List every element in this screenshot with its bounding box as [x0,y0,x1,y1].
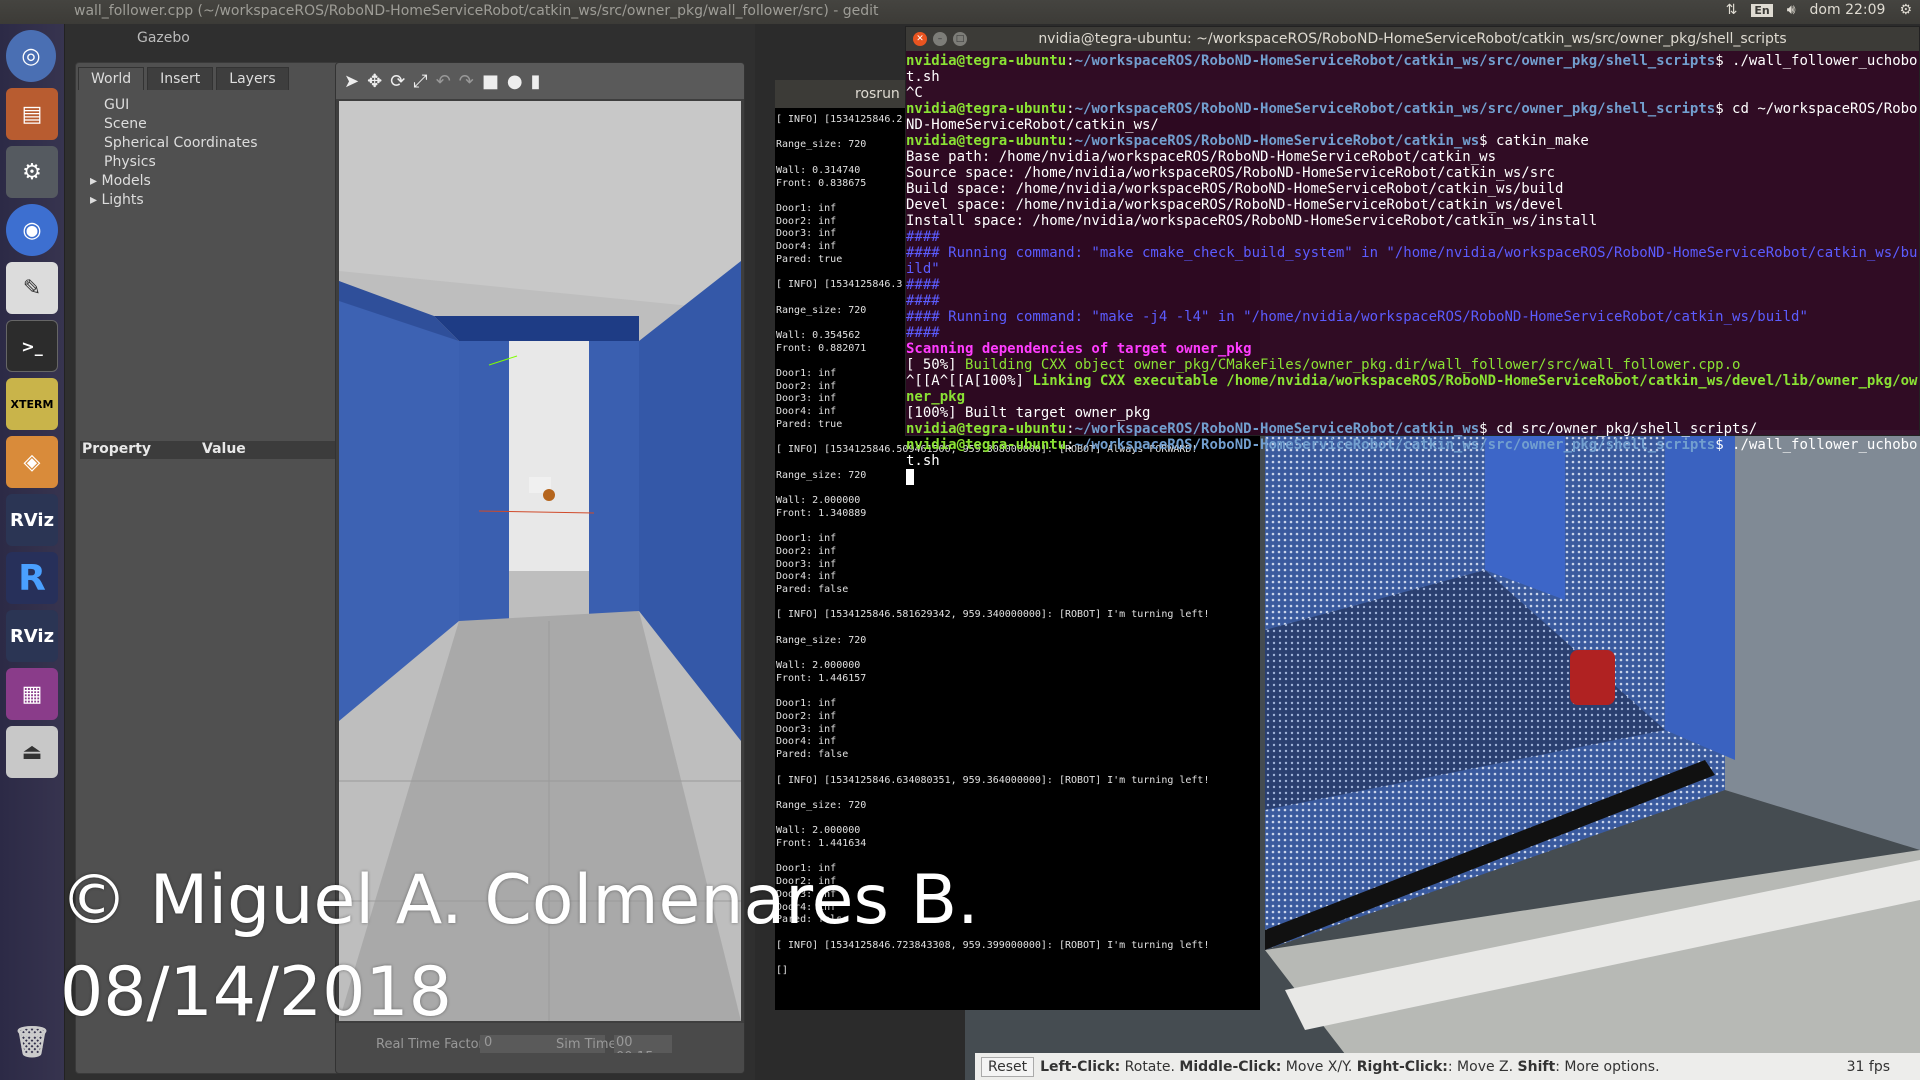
clock[interactable]: dom 22:09 [1810,2,1886,18]
settings-icon[interactable]: ⚙ [6,146,58,198]
help-middle-text: Move X/Y. [1281,1058,1357,1075]
help-right-text: : Move Z. [1447,1058,1518,1075]
running-command-2: #### Running command: "make -j4 -l4" in … [906,309,1808,325]
linking-line: ^[[A^[[A[100%] Linking CXX executable /h… [906,373,1918,405]
files-icon[interactable]: ▤ [6,88,58,140]
workspace-icon[interactable]: ▦ [6,668,58,720]
source-space-line: Source space: /home/nvidia/workspaceROS/… [906,165,1556,181]
gazebo-title: Gazebo [137,30,190,46]
building-line: [ 50%] Building CXX object owner_pkg/CMa… [906,357,1741,373]
scanning-line: Scanning dependencies of target owner_pk… [906,341,1252,357]
hash-line: #### [906,277,940,293]
prompt-line-3: nvidia@tegra-ubuntu:~/workspaceROS/RoboN… [906,133,1589,149]
watermark-date: 08/14/2018 [60,953,452,1032]
ctrl-c-line: ^C [906,85,923,101]
tab-insert[interactable]: Insert [147,67,214,90]
rviz-icon-2[interactable]: RViz [6,610,58,662]
watermark-copyright: © Miguel A. Colmenares B. [60,861,979,940]
keyboard-layout-indicator[interactable]: En [1751,3,1773,17]
help-left-key: Left-Click: [1040,1058,1121,1075]
launcher: ◎ ▤ ⚙ ◉ ✎ >_ XTERM ◈ RViz R RViz ▦ ⏏ 🗑︎ [0,24,65,1080]
rviz-help-text: Left-Click: Rotate. Middle-Click: Move X… [1040,1059,1659,1075]
gear-icon[interactable]: ⚙ [1899,2,1912,18]
tree-item-lights-label: Lights [101,192,144,208]
expand-arrow-icon[interactable]: ▸ [90,173,101,189]
rviz-icon[interactable]: RViz [6,494,58,546]
real-time-factor-label: Real Time Factor: [376,1037,489,1052]
install-space-line: Install space: /home/nvidia/workspaceROS… [906,213,1598,229]
system-tray: ⇅ En 🔊︎ dom 22:09 ⚙ [1726,2,1912,18]
built-target-line: [100%] Built target owner_pkg [906,405,1151,421]
fps-indicator: 31 fps [1846,1058,1890,1075]
prompt-line-4: nvidia@tegra-ubuntu:~/workspaceROS/RoboN… [906,421,1758,437]
reset-button[interactable]: Reset [981,1056,1035,1077]
chromium-icon[interactable]: ◉ [6,204,58,256]
tree-item-models-label: Models [101,173,151,189]
rotate-icon[interactable]: ⟳ [390,71,405,92]
value-column-header: Value [202,441,246,457]
ros-r-icon[interactable]: R [6,552,58,604]
help-middle-key: Middle-Click: [1179,1058,1282,1075]
trash-icon[interactable]: 🗑︎ [6,1016,58,1068]
expand-arrow-icon[interactable]: ▸ [90,192,101,208]
help-right-key: Right-Click: [1356,1058,1448,1075]
box-shape-icon[interactable]: ■ [482,71,499,92]
help-left-text: Rotate. [1120,1058,1180,1075]
gazebo-toolbar: ➤ ✥ ⟳ ⤢ ↶ ↷ ■ ● ▮ [336,63,744,99]
terminal-output: nvidia@tegra-ubuntu:~/workspaceROS/RoboN… [906,51,1919,485]
build-space-line: Build space: /home/nvidia/workspaceROS/R… [906,181,1564,197]
terminal-window[interactable]: ✕ – □ nvidia@tegra-ubuntu: ~/workspaceRO… [905,26,1920,485]
hash-line: #### [906,229,940,245]
cursor [906,469,915,485]
close-icon[interactable]: ✕ [913,32,927,46]
active-window-title: wall_follower.cpp (~/workspaceROS/RoboND… [74,3,879,19]
volume-icon[interactable]: 🔊︎ [1787,2,1796,18]
translate-icon[interactable]: ✥ [367,71,382,92]
maximize-icon[interactable]: □ [953,32,967,46]
terminal-title: nvidia@tegra-ubuntu: ~/workspaceROS/Robo… [1038,31,1787,47]
usb-drive-icon[interactable]: ⏏ [6,726,58,778]
help-shift-key: Shift [1517,1058,1556,1075]
text-editor-icon[interactable]: ✎ [6,262,58,314]
tab-world[interactable]: World [78,67,145,90]
redo-icon[interactable]: ↷ [459,71,474,92]
devel-space-line: Devel space: /home/nvidia/workspaceROS/R… [906,197,1564,213]
undo-icon[interactable]: ↶ [436,71,451,92]
rosrun-title: rosrun [855,86,900,102]
prompt-line-2: nvidia@tegra-ubuntu:~/workspaceROS/RoboN… [906,101,1918,133]
help-shift-text: : More options. [1555,1058,1660,1075]
watermark: © Miguel A. Colmenares B. 08/14/2018 [60,855,979,1039]
package-icon[interactable]: ◈ [6,436,58,488]
base-path-line: Base path: /home/nvidia/workspaceROS/Rob… [906,149,1497,165]
scale-icon[interactable]: ⤢ [413,71,427,92]
sim-time-label: Sim Time: [556,1037,621,1052]
tab-layers[interactable]: Layers [216,67,289,90]
hash-line: #### [906,293,940,309]
top-panel: wall_follower.cpp (~/workspaceROS/RoboND… [0,0,1920,24]
prompt-line-5: nvidia@tegra-ubuntu:~/workspaceROS/RoboN… [906,437,1918,469]
select-arrow-icon[interactable]: ➤ [344,71,359,92]
ubuntu-icon[interactable]: ◎ [6,30,56,82]
terminal-titlebar: ✕ – □ nvidia@tegra-ubuntu: ~/workspaceRO… [906,27,1919,51]
cylinder-shape-icon[interactable]: ▮ [531,71,541,92]
property-column-header: Property [82,441,152,457]
hash-line: #### [906,325,940,341]
prompt-line-1: nvidia@tegra-ubuntu:~/workspaceROS/RoboN… [906,53,1918,85]
xterm-icon[interactable]: XTERM [6,378,58,430]
minimize-icon[interactable]: – [933,32,947,46]
terminal-icon[interactable]: >_ [6,320,58,372]
sphere-shape-icon[interactable]: ● [507,71,523,92]
rviz-status-bar: Reset Left-Click: Rotate. Middle-Click: … [975,1053,1920,1080]
running-command-1: #### Running command: "make cmake_check_… [906,245,1918,277]
network-icon[interactable]: ⇅ [1726,2,1738,18]
